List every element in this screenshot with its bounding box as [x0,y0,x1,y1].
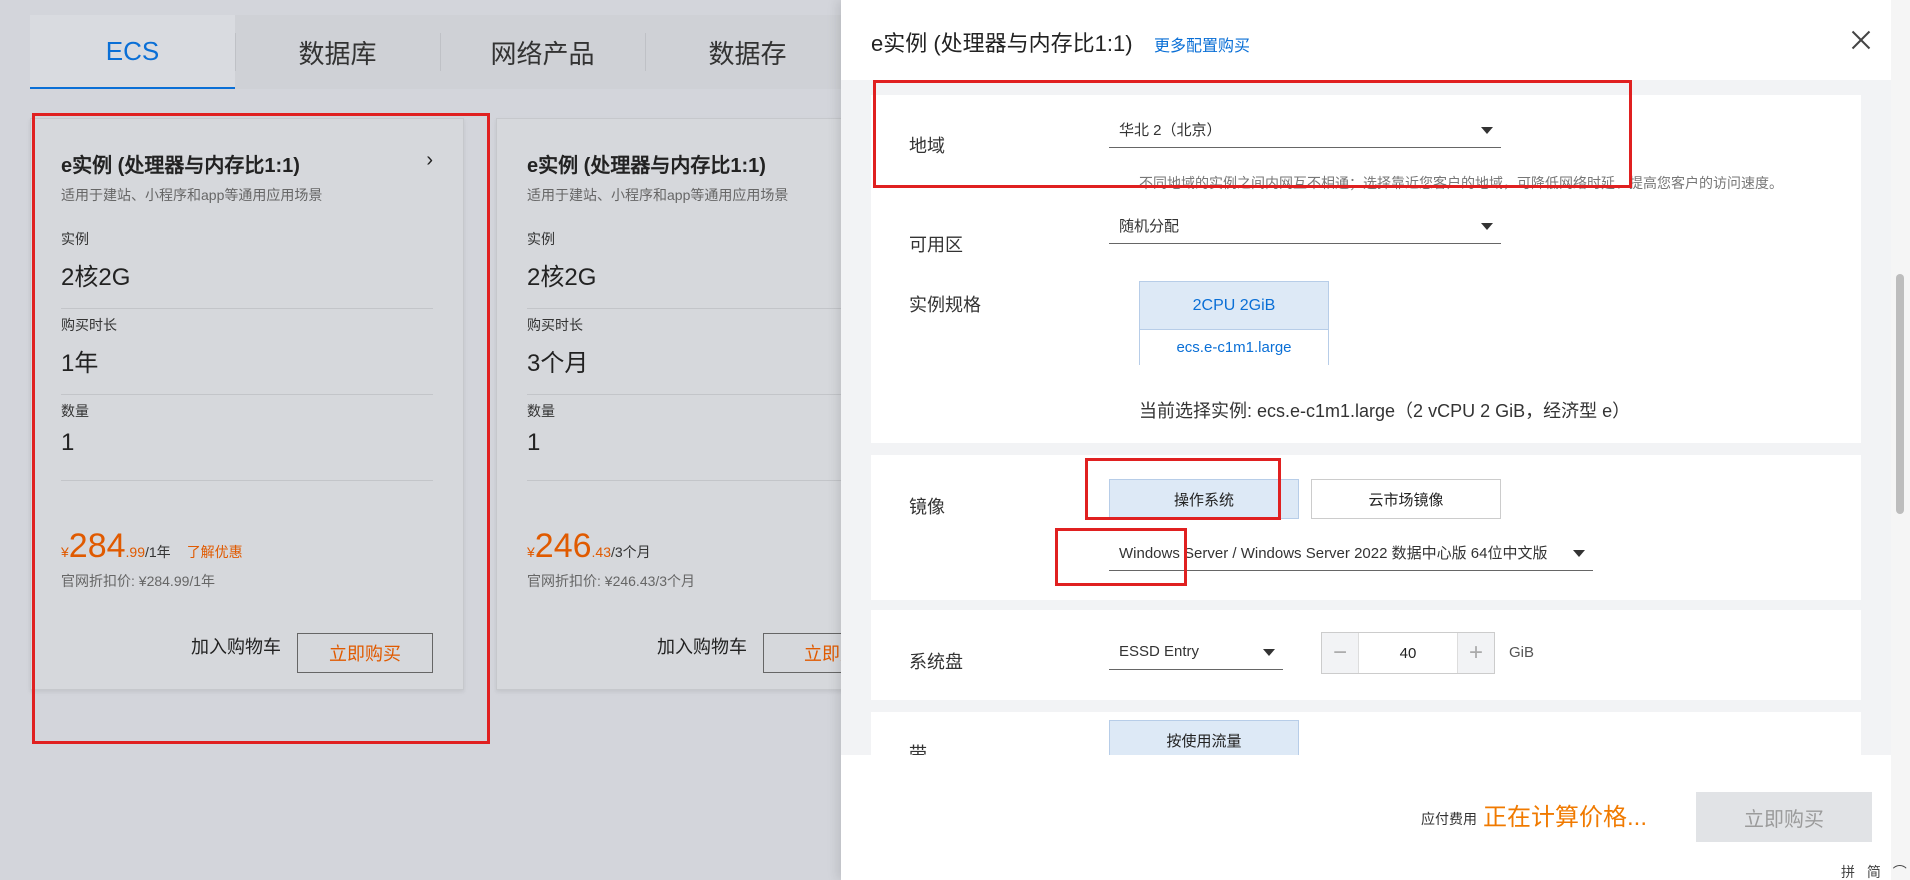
region-select[interactable]: 华北 2（北京） [1109,112,1501,148]
quantity-row[interactable]: 数量 1 [61,401,433,481]
drawer-title: e实例 (处理器与内存比1:1) [871,31,1133,56]
tab-ecs[interactable]: ECS [30,15,235,89]
disk-label: 系统盘 [909,652,963,672]
disk-type-value: ESSD Entry [1119,643,1200,660]
tab-storage[interactable]: 数据存 [645,15,850,89]
price-decimal: .99 [125,544,145,560]
drawer-body[interactable]: 地域 华北 2（北京） 不同地域的实例之间内网互不相通；选择靠近您客户的地域，可… [841,80,1891,755]
bandwidth-label: 带 [909,744,927,755]
os-image-button[interactable]: 操作系统 [1109,479,1299,519]
card-subtitle: 适用于建站、小程序和app等通用应用场景 [527,187,789,203]
chevron-right-icon[interactable]: › [426,149,433,172]
fee-label: 应付费用 [1421,811,1477,827]
spec-label: 实例规格 [909,295,981,315]
ime-toolbar: 拼 简 ⌒ ☼ ⚙ [1841,864,1910,880]
region-help: 不同地域的实例之间内网互不相通；选择靠近您客户的地域，可降低网络时延、提高您客户… [1139,175,1783,191]
currency-symbol: ¥ [61,544,69,560]
price-integer: 246 [534,527,592,565]
image-section: 镜像 操作系统 云市场镜像 Windows Server / Windows S… [871,455,1861,600]
region-label: 地域 [909,136,945,156]
original-price: 官网折扣价: ¥246.43/3个月 [527,573,696,589]
price-integer: 284 [68,527,126,565]
caret-down-icon [1573,550,1585,557]
card-title: e实例 (处理器与内存比1:1) [61,155,300,177]
disk-type-select[interactable]: ESSD Entry [1109,634,1283,670]
image-value: Windows Server / Windows Server 2022 数据中… [1119,545,1548,562]
quantity-label: 数量 [61,403,89,419]
purchase-drawer: e实例 (处理器与内存比1:1) 更多配置购买 地域 华北 2（北京） 不同地域… [841,0,1910,880]
caret-down-icon [1481,127,1493,134]
more-config-link[interactable]: 更多配置购买 [1154,32,1250,56]
currency-symbol: ¥ [527,544,535,560]
tab-database[interactable]: 数据库 [235,15,440,89]
buy-now-button[interactable]: 立即购买 [1696,792,1872,842]
zone-select[interactable]: 随机分配 [1109,208,1501,244]
product-card-1[interactable]: e实例 (处理器与内存比1:1) › 适用于建站、小程序和app等通用应用场景 … [30,118,464,690]
add-to-cart-button[interactable]: 加入购物车 [191,633,281,659]
disk-unit: GiB [1509,644,1535,661]
price-line: ¥ 284 .99 /1年 了解优惠 [61,527,243,566]
promo-link[interactable]: 了解优惠 [187,542,243,562]
add-to-cart-button[interactable]: 加入购物车 [657,633,747,659]
instance-row[interactable]: 实例 2核2G [61,229,433,309]
product-tabs: ECS 数据库 网络产品 数据存 [30,15,850,89]
original-price: 官网折扣价: ¥284.99/1年 [61,573,216,589]
caret-down-icon [1263,649,1275,656]
instance-value: 2核2G [61,264,131,291]
close-icon[interactable] [1847,26,1875,54]
current-selection: 当前选择实例: ecs.e-c1m1.large（2 vCPU 2 GiB，经济… [1139,401,1631,421]
fee-value: 正在计算价格... [1483,804,1648,831]
spec-option[interactable]: 2CPU 2GiB ecs.e-c1m1.large [1139,281,1329,365]
tab-network[interactable]: 网络产品 [440,15,645,89]
disk-size-stepper[interactable]: − 40 + [1321,632,1495,674]
duration-row[interactable]: 购买时长 1年 [61,315,433,395]
bandwidth-section: 带 按使用流量 [871,712,1861,755]
caret-down-icon [1481,223,1493,230]
price-period: /1年 [145,544,171,560]
region-value: 华北 2（北京） [1119,122,1222,139]
minus-button[interactable]: − [1322,633,1358,673]
disk-section: 系统盘 ESSD Entry − 40 + GiB [871,610,1861,700]
spec-type: ecs.e-c1m1.large [1140,330,1328,365]
scrollbar-thumb[interactable] [1896,274,1904,514]
price-decimal: .43 [591,544,611,560]
card-subtitle: 适用于建站、小程序和app等通用应用场景 [61,187,323,203]
quantity-value: 1 [61,429,75,456]
instance-config-section: 地域 华北 2（北京） 不同地域的实例之间内网互不相通；选择靠近您客户的地域，可… [871,95,1861,443]
image-label: 镜像 [909,497,945,517]
duration-value: 1年 [61,350,99,377]
market-image-button[interactable]: 云市场镜像 [1311,479,1501,519]
drawer-header: e实例 (处理器与内存比1:1) 更多配置购买 [841,0,1891,80]
duration-label: 购买时长 [61,317,117,333]
instance-label: 实例 [61,231,89,247]
bandwidth-option[interactable]: 按使用流量 [1109,720,1299,755]
spec-cpu-mem: 2CPU 2GiB [1140,282,1328,330]
price-line: ¥ 246 .43 /3个月 [527,527,651,566]
zone-value: 随机分配 [1119,218,1180,235]
card-title: e实例 (处理器与内存比1:1) [527,155,766,177]
drawer-footer: 应付费用 正在计算价格... 立即购买 [841,755,1891,880]
zone-label: 可用区 [909,235,963,255]
price-period: /3个月 [611,544,651,560]
image-select[interactable]: Windows Server / Windows Server 2022 数据中… [1109,535,1593,571]
buy-now-button[interactable]: 立即购买 [297,633,433,673]
disk-size-input[interactable]: 40 [1358,633,1458,673]
plus-button[interactable]: + [1458,633,1494,673]
